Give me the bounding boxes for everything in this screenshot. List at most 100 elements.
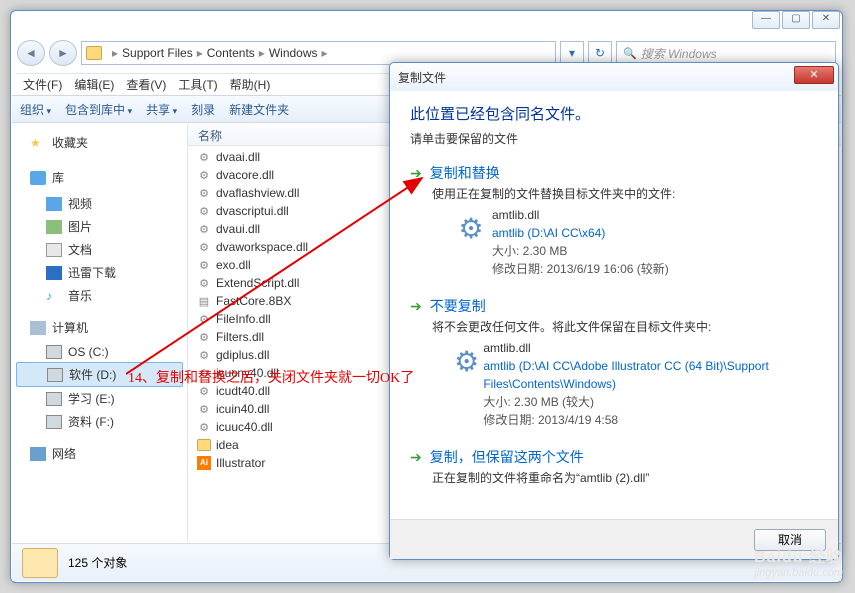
file-name: ExtendScript.dll [216,276,299,290]
tree-video[interactable]: 视频 [16,192,183,215]
arrow-icon: ➔ [410,449,422,466]
video-icon [46,197,62,211]
file-path: amtlib (D:\AI CC\Adobe Illustrator CC (6… [483,357,818,393]
file-icon [196,293,212,309]
file-icon [196,221,212,237]
option-copy-replace[interactable]: ➔复制和替换 使用正在复制的文件替换目标文件夹中的文件: ⚙ amtlib.dl… [410,163,818,278]
file-icon [196,275,212,291]
option-desc: 正在复制的文件将重命名为“amtlib (2).dll” [432,469,818,486]
menu-tools[interactable]: 工具(T) [178,76,217,93]
file-date: 修改日期: 2013/6/19 16:06 (较新) [492,260,669,278]
file-icon [196,347,212,363]
option-desc: 使用正在复制的文件替换目标文件夹中的文件: [432,185,818,202]
tree-documents[interactable]: 文档 [16,238,183,261]
back-button[interactable]: ◄ [17,40,45,66]
network-icon [30,447,46,461]
ai-icon: Ai [196,455,212,471]
tree-drive-c[interactable]: OS (C:) [16,342,183,362]
file-name: amtlib.dll [483,339,818,357]
crumb-3[interactable]: Windows [269,46,318,60]
folder-name: idea [216,438,239,452]
file-name: gdiplus.dll [216,348,269,362]
file-name: dvaui.dll [216,222,260,236]
music-icon: ♪ [46,289,62,303]
menu-help[interactable]: 帮助(H) [230,76,271,93]
tb-burn[interactable]: 刻录 [191,101,215,118]
file-icon [196,203,212,219]
download-icon [46,266,62,280]
menu-edit[interactable]: 编辑(E) [74,76,114,93]
drive-icon [46,415,62,429]
picture-icon [46,220,62,234]
status-count: 125 个对象 [68,554,127,571]
file-name: FastCore.8BX [216,294,291,308]
drive-icon [46,345,62,359]
forward-button[interactable]: ► [49,40,77,66]
file-name: dvascriptui.dll [216,204,289,218]
file-icon [196,185,212,201]
file-path: amtlib (D:\AI CC\x64) [492,224,669,242]
tree-network[interactable]: 网络 [16,443,183,468]
dialog-title: 复制文件 [398,69,446,86]
file-size: 大小: 2.30 MB [492,242,669,260]
dialog-titlebar: 复制文件 ✕ [390,63,838,91]
file-name: Filters.dll [216,330,264,344]
maximize-button[interactable]: ▢ [782,11,810,29]
file-name: dvacore.dll [216,168,274,182]
dialog-close-button[interactable]: ✕ [794,66,834,84]
folder-icon [86,46,102,60]
menu-view[interactable]: 查看(V) [126,76,166,93]
tree-pictures[interactable]: 图片 [16,215,183,238]
file-name: dvaworkspace.dll [216,240,308,254]
dialog-heading: 此位置已经包含同名文件。 [410,103,818,124]
tree-libraries[interactable]: 库 [16,167,183,192]
file-name: icuin40.dll [216,402,269,416]
file-gear-icon: ⚙ [450,206,492,250]
file-icon [196,329,212,345]
watermark: Baidu 经验 jingyan.baidu.com [754,543,843,579]
file-name: FileInfo.dll [216,312,271,326]
drive-icon [47,368,63,382]
tb-share[interactable]: 共享 [146,101,177,118]
crumb-2[interactable]: Contents [207,46,255,60]
file-icon [196,257,212,273]
tb-include-lib[interactable]: 包含到库中 [65,101,132,118]
tree-music[interactable]: ♪音乐 [16,284,183,307]
option-keep-both[interactable]: ➔ 复制，但保留这两个文件 正在复制的文件将重命名为“amtlib (2).dll… [410,447,818,486]
file-icon [196,419,212,435]
file-icon [196,311,212,327]
document-icon [46,243,62,257]
crumb-1[interactable]: Support Files [122,46,193,60]
file-size: 大小: 2.30 MB (较大) [483,393,818,411]
library-icon [30,171,46,185]
folder-icon [22,548,58,578]
arrow-icon: ➔ [410,298,422,315]
tree-favorites[interactable]: ★收藏夹 [16,132,183,157]
minimize-button[interactable]: ― [752,11,780,29]
tree-drive-f[interactable]: 资料 (F:) [16,410,183,433]
tb-new-folder[interactable]: 新建文件夹 [229,101,289,118]
file-icon [196,401,212,417]
file-date: 修改日期: 2013/4/19 4:58 [483,411,818,429]
dialog-subtext: 请单击要保留的文件 [410,130,818,147]
option-title: 复制，但保留这两个文件 [430,447,584,467]
file-name: dvaflashview.dll [216,186,299,200]
computer-icon [30,321,46,335]
file-name: exo.dll [216,258,251,272]
star-icon: ★ [30,136,46,150]
close-button[interactable]: ✕ [812,11,840,29]
folder-name: Illustrator [216,456,265,470]
file-gear-icon: ⚙ [450,339,483,383]
tb-organize[interactable]: 组织 [20,101,51,118]
tree-xunlei[interactable]: 迅雷下载 [16,261,183,284]
copy-file-dialog: 复制文件 ✕ 此位置已经包含同名文件。 请单击要保留的文件 ➔复制和替换 使用正… [389,62,839,560]
watermark-url: jingyan.baidu.com [754,567,843,579]
annotation-text: 14、复制和替换之后，关闭文件夹就一切OK了 [128,367,414,387]
tree-computer[interactable]: 计算机 [16,317,183,342]
tree-drive-e[interactable]: 学习 (E:) [16,387,183,410]
menu-file[interactable]: 文件(F) [23,76,62,93]
file-icon [196,167,212,183]
option-title: 不要复制 [430,296,486,316]
file-icon [196,239,212,255]
option-dont-copy[interactable]: ➔不要复制 将不会更改任何文件。将此文件保留在目标文件夹中: ⚙ amtlib.… [410,296,818,429]
